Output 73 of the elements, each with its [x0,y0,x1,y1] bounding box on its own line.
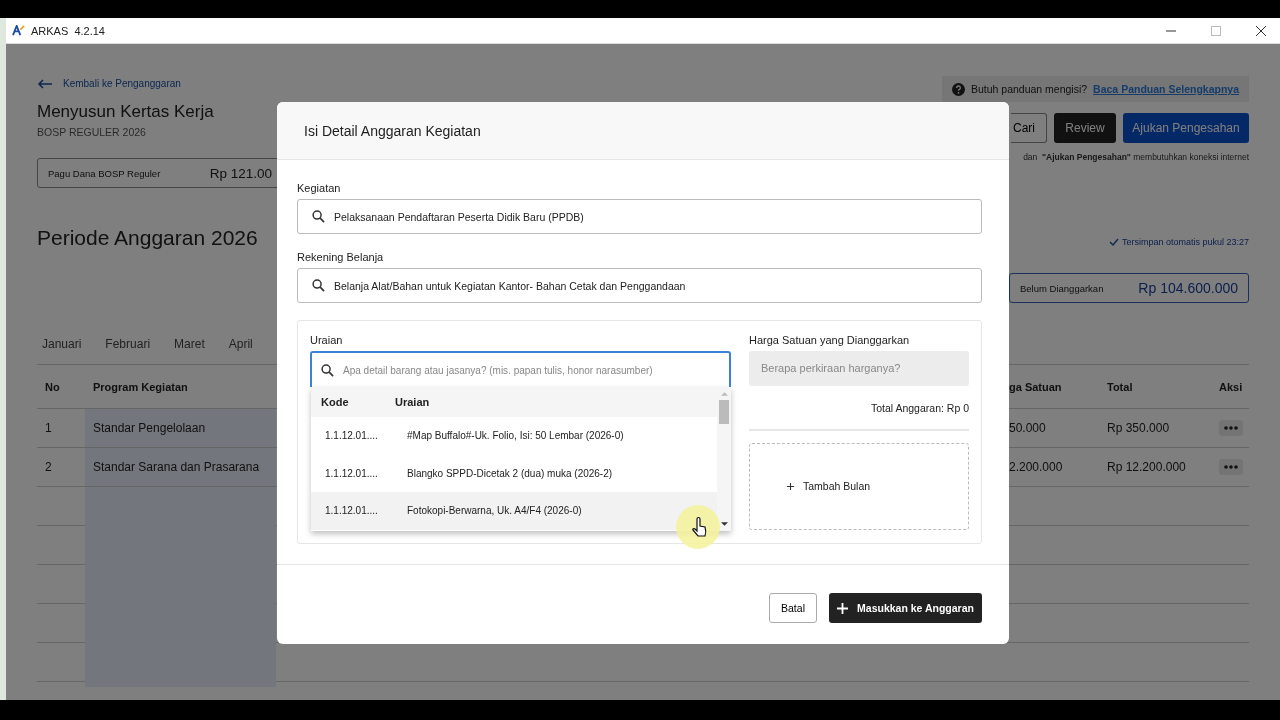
cancel-button[interactable]: Batal [769,593,817,623]
page-subtitle: BOSP REGULER 2026 [37,126,146,138]
autosave-status: Tersimpan otomatis pukul 23:27 [1121,237,1249,247]
column-header: Total [1106,379,1134,395]
scroll-down-icon[interactable] [720,522,728,527]
field-label: Rekening Belanja [297,251,385,263]
table-cell: Standar Pengelolaan [85,409,276,447]
internet-note: dan "Ajukan Pengesahan" membutuhkan koneksi internet [1023,152,1249,162]
suggestion-row[interactable]: 1.1.12.01.... Fotokopi-Berwarna, Uk. A4/F4 (2026-0) [311,492,717,530]
outline-button[interactable]: Cari [1011,113,1047,143]
item-description: Fotokopi-Berwarna, Uk. A4/F4 (2026-0) [407,505,582,517]
activity-field[interactable]: Pelaksanaan Pendaftaran Peserta Didik Baru (PPDB) [297,199,982,234]
unallocated-amount: Rp 104.600.000 [1138,280,1238,296]
window-title: ARKAS 4.2.14 [31,24,105,37]
check-icon [1108,238,1119,246]
item-code: 1.1.12.01.... [324,467,379,479]
column-header: No [44,379,61,395]
search-icon [312,210,325,223]
suggestion-row[interactable]: 1.1.12.01.... Blangko SPPD-Dicetak 2 (dua) muka (2026-2) [311,454,717,492]
month-tab[interactable]: Februari [100,324,156,365]
help-text: Butuh panduan mengisi? [970,83,1088,95]
submit-button[interactable]: Masukkan ke Anggaran [829,593,982,623]
suggestion-row[interactable]: 1.1.12.01.... #Map Buffalo#-Uk. Folio, Isi: 50 Lembar (2026-0) [311,417,717,455]
app-logo-icon [12,25,25,36]
item-code: 1.1.12.01.... [324,505,379,517]
column-header: Aksi [1219,379,1244,395]
table-cell: Standar Sarana dan Prasarana [85,448,276,486]
table-cell-text: 2.200.000 [1009,459,1064,476]
column-header: Uraian [395,396,430,408]
column-header: ga Satuan [1009,379,1063,395]
item-description: Blangko SPPD-Dicetak 2 (dua) muka (2026-2) [407,467,613,479]
price-field[interactable]: Berapa perkiraan harganya? [749,351,969,386]
dark-button[interactable]: Review [1054,113,1116,143]
table-cell-text: 1 [44,420,53,437]
month-tab[interactable]: Maret [169,324,210,365]
back-link[interactable]: Kembali ke Penganggaran [37,78,181,89]
account-field[interactable]: Belanja Alat/Bahan untuk Kegiatan Kantor- Bahan Cetak dan Penggandaan [297,268,982,303]
scrollbar[interactable] [717,387,731,531]
more-options-icon[interactable] [1219,420,1243,436]
more-options-icon[interactable] [1219,459,1243,475]
total-budget: Total Anggaran: Rp 0 [749,401,969,431]
plus-icon [837,602,849,614]
period-title: Periode Anggaran 2026 [37,226,258,250]
back-arrow-icon [37,78,53,89]
dialog-title: Isi Detail Anggaran Kegiatan [304,122,481,139]
unallocated-label: Belum Dianggarkan [1020,282,1104,294]
add-month-button[interactable]: Tambah Bulan [749,442,969,530]
table-cell-text: 50.000 [1009,420,1047,437]
search-icon [321,363,334,377]
field-label: Kegiatan [297,182,342,194]
table-cell-text: Rp 12.200.000 [1106,459,1187,476]
budget-label: Pagu Dana BOSP Reguler [48,167,161,179]
scrollbar-thumb[interactable] [719,400,729,424]
primary-button[interactable]: Ajukan Pengesahan [1123,113,1249,143]
month-tab[interactable]: Januari [37,324,87,365]
budget-amount: Rp 121.00 [209,165,272,181]
table-cell-text: Rp 350.000 [1106,420,1171,437]
item-code: 1.1.12.01.... [324,430,379,442]
plus-icon [786,481,795,491]
month-tab[interactable]: April [223,324,258,365]
help-icon [951,82,965,96]
item-description: #Map Buffalo#-Uk. Folio, Isi: 50 Lembar (2026-0) [407,430,624,442]
close-icon[interactable] [1256,25,1266,36]
guide-link[interactable]: Baca Panduan Selengkapnya [1093,83,1239,95]
column-header: Kode [320,396,350,408]
field-label: Uraian [310,334,344,346]
scroll-up-icon[interactable] [720,391,728,396]
column-header: Program Kegiatan [92,379,189,395]
search-icon [312,279,325,292]
table-cell-text: 2 [44,459,53,476]
field-label: Harga Satuan yang Dianggarkan [749,334,911,346]
maximize-icon[interactable] [1211,25,1221,36]
page-title: Menyusun Kertas Kerja [37,102,214,122]
